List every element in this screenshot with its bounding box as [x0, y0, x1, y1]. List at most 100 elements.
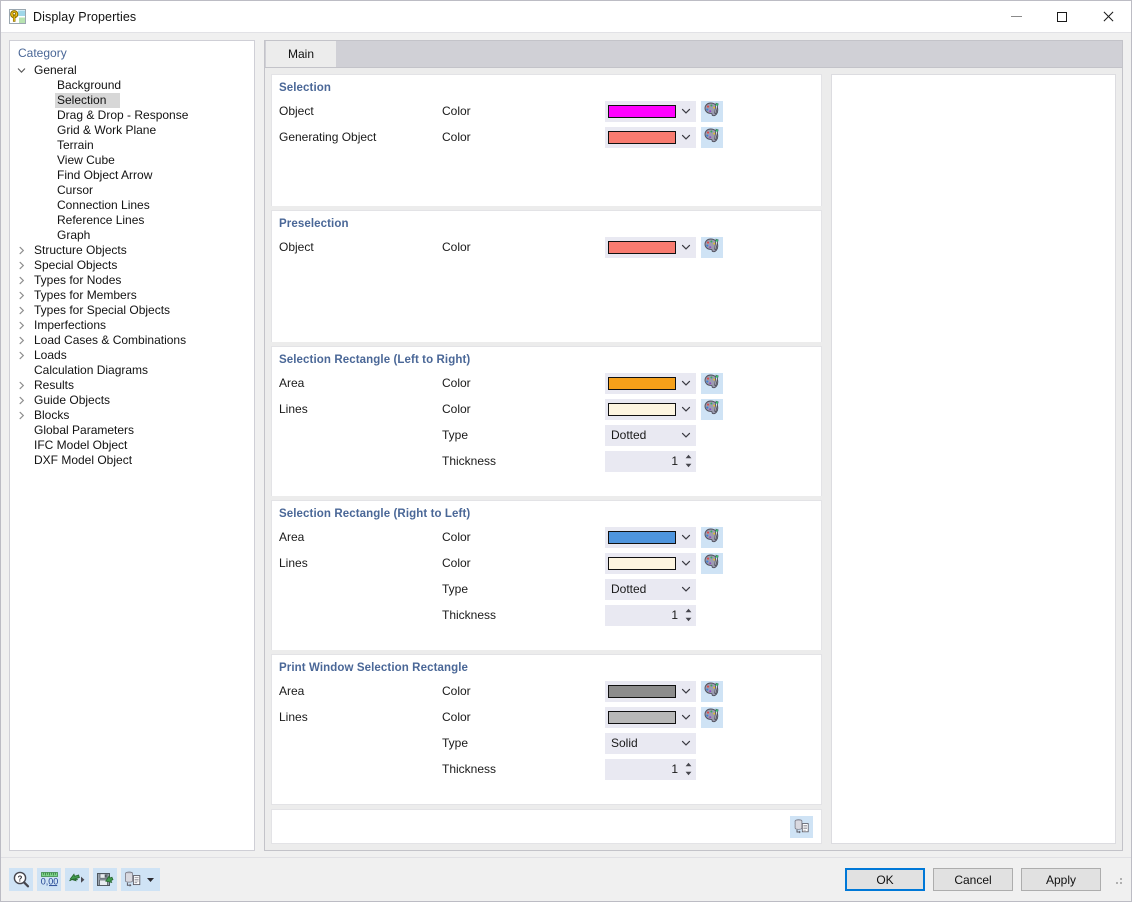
- color-combobox[interactable]: [605, 236, 696, 258]
- color-combobox[interactable]: [605, 372, 696, 394]
- chevron-right-icon[interactable]: [10, 306, 32, 315]
- color-palette-button[interactable]: [701, 236, 723, 258]
- stepper-down-icon[interactable]: [684, 615, 693, 624]
- thickness-stepper[interactable]: 1: [605, 758, 696, 780]
- color-swatch: [608, 130, 676, 144]
- chevron-down-icon[interactable]: [676, 430, 696, 440]
- tree-item-background[interactable]: Background: [10, 78, 254, 93]
- chevron-right-icon[interactable]: [10, 336, 32, 345]
- color-palette-button[interactable]: [701, 372, 723, 394]
- tree-item-selection[interactable]: Selection: [10, 93, 254, 108]
- tree-item-find-object-arrow[interactable]: Find Object Arrow: [10, 168, 254, 183]
- tree-item-guide-objects[interactable]: Guide Objects: [10, 393, 254, 408]
- apply-button[interactable]: Apply: [1021, 868, 1101, 891]
- tree-item-imperfections[interactable]: Imperfections: [10, 318, 254, 333]
- chevron-right-icon[interactable]: [10, 261, 32, 270]
- chevron-right-icon[interactable]: [10, 321, 32, 330]
- tree-item-calculation-diagrams[interactable]: Calculation Diagrams: [10, 363, 254, 378]
- tree-item-ifc-model-object[interactable]: IFC Model Object: [10, 438, 254, 453]
- chevron-right-icon[interactable]: [10, 351, 32, 360]
- close-button[interactable]: [1085, 1, 1131, 32]
- bottom-toolbar: ? 0,00: [9, 868, 160, 891]
- tree-item-blocks[interactable]: Blocks: [10, 408, 254, 423]
- color-combobox[interactable]: [605, 100, 696, 122]
- tree-item-dxf-model-object[interactable]: DXF Model Object: [10, 453, 254, 468]
- tree-item-graph[interactable]: Graph: [10, 228, 254, 243]
- cancel-button[interactable]: Cancel: [933, 868, 1013, 891]
- save-button[interactable]: [93, 868, 117, 891]
- category-tree-list[interactable]: General Background Selection Drag & Drop - …: [10, 63, 254, 468]
- tree-item-load-cases-combinations[interactable]: Load Cases & Combinations: [10, 333, 254, 348]
- color-palette-button[interactable]: [701, 398, 723, 420]
- color-palette-button[interactable]: [701, 526, 723, 548]
- minimize-button[interactable]: [993, 1, 1039, 32]
- tree-item-cursor[interactable]: Cursor: [10, 183, 254, 198]
- tree-item-types-for-nodes[interactable]: Types for Nodes: [10, 273, 254, 288]
- maximize-button[interactable]: [1039, 1, 1085, 32]
- chevron-down-icon[interactable]: [676, 132, 696, 142]
- stepper-down-icon[interactable]: [684, 769, 693, 778]
- thickness-stepper[interactable]: 1: [605, 604, 696, 626]
- tree-item-results[interactable]: Results: [10, 378, 254, 393]
- tree-item-grid-work-plane[interactable]: Grid & Work Plane: [10, 123, 254, 138]
- tree-item-global-parameters[interactable]: Global Parameters: [10, 423, 254, 438]
- chevron-down-icon[interactable]: [676, 686, 696, 696]
- stepper-up-icon[interactable]: [684, 761, 693, 770]
- chevron-down-icon[interactable]: [676, 584, 696, 594]
- import-button[interactable]: [65, 868, 89, 891]
- chevron-down-icon[interactable]: [676, 532, 696, 542]
- tree-item-reference-lines[interactable]: Reference Lines: [10, 213, 254, 228]
- ok-button[interactable]: OK: [845, 868, 925, 891]
- line-type-combobox[interactable]: Dotted: [605, 578, 696, 600]
- color-combobox[interactable]: [605, 126, 696, 148]
- stepper-up-icon[interactable]: [684, 453, 693, 462]
- chevron-right-icon[interactable]: [10, 396, 32, 405]
- chevron-right-icon[interactable]: [10, 411, 32, 420]
- color-palette-button[interactable]: [701, 552, 723, 574]
- color-combobox[interactable]: [605, 552, 696, 574]
- line-type-combobox[interactable]: Dotted: [605, 424, 696, 446]
- chevron-down-icon[interactable]: [10, 66, 32, 75]
- tree-item-types-for-special-objects[interactable]: Types for Special Objects: [10, 303, 254, 318]
- chevron-down-icon[interactable]: [676, 712, 696, 722]
- chevron-down-icon[interactable]: [676, 378, 696, 388]
- chevron-down-icon[interactable]: [676, 558, 696, 568]
- chevron-down-icon[interactable]: [676, 404, 696, 414]
- resize-grip[interactable]: [1113, 875, 1123, 885]
- color-combobox[interactable]: [605, 398, 696, 420]
- chevron-right-icon[interactable]: [10, 291, 32, 300]
- tree-item-terrain[interactable]: Terrain: [10, 138, 254, 153]
- decimal-places-button[interactable]: 0,00: [37, 868, 61, 891]
- tree-item-special-objects[interactable]: Special Objects: [10, 258, 254, 273]
- database-list-button[interactable]: [121, 868, 160, 891]
- color-palette-button[interactable]: [701, 100, 723, 122]
- save-to-database-button[interactable]: [790, 815, 813, 838]
- tree-item-drag-drop-response[interactable]: Drag & Drop - Response: [10, 108, 254, 123]
- chevron-down-icon[interactable]: [676, 106, 696, 116]
- color-palette-button[interactable]: [701, 706, 723, 728]
- tree-item-view-cube[interactable]: View Cube: [10, 153, 254, 168]
- chevron-down-icon[interactable]: [676, 738, 696, 748]
- group-preselection: Preselection Object Color: [271, 210, 822, 342]
- line-type-combobox[interactable]: Solid: [605, 732, 696, 754]
- group-footer-bar: [271, 809, 822, 844]
- tree-item-loads[interactable]: Loads: [10, 348, 254, 363]
- chevron-down-icon[interactable]: [676, 242, 696, 252]
- color-combobox[interactable]: [605, 706, 696, 728]
- help-magnifier-button[interactable]: ?: [9, 868, 33, 891]
- chevron-right-icon[interactable]: [10, 381, 32, 390]
- tree-item-types-for-members[interactable]: Types for Members: [10, 288, 254, 303]
- color-palette-button[interactable]: [701, 126, 723, 148]
- tab-main[interactable]: Main: [266, 41, 337, 67]
- stepper-up-icon[interactable]: [684, 607, 693, 616]
- stepper-down-icon[interactable]: [684, 461, 693, 470]
- tree-item-general[interactable]: General: [10, 63, 254, 78]
- tree-item-connection-lines[interactable]: Connection Lines: [10, 198, 254, 213]
- color-combobox[interactable]: [605, 680, 696, 702]
- chevron-right-icon[interactable]: [10, 246, 32, 255]
- thickness-stepper[interactable]: 1: [605, 450, 696, 472]
- chevron-right-icon[interactable]: [10, 276, 32, 285]
- color-combobox[interactable]: [605, 526, 696, 548]
- tree-item-structure-objects[interactable]: Structure Objects: [10, 243, 254, 258]
- color-palette-button[interactable]: [701, 680, 723, 702]
